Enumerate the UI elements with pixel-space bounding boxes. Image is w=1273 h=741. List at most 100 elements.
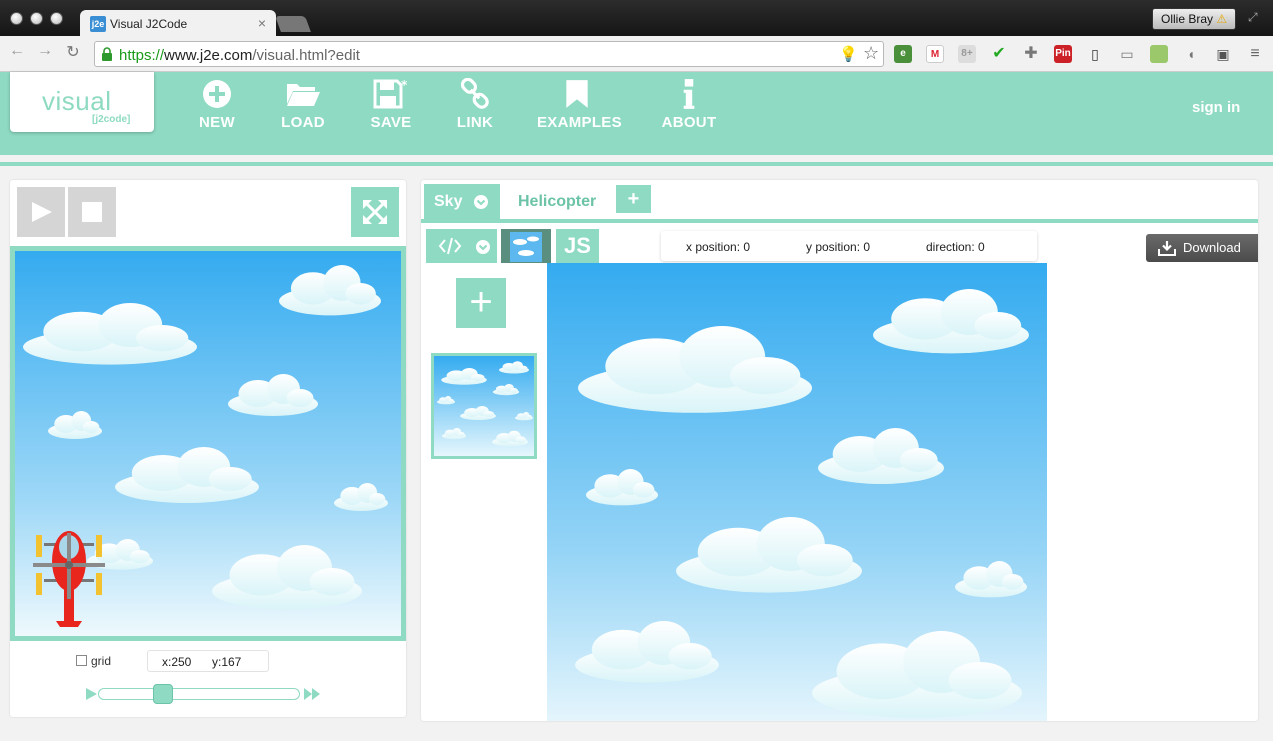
back-arrow-icon[interactable]: ← (6, 42, 28, 60)
play-button[interactable] (17, 187, 65, 237)
expand-stage-button[interactable] (351, 187, 399, 237)
browser-tab[interactable]: j2e Visual J2Code × (80, 10, 276, 36)
direction: direction: 0 (926, 240, 985, 254)
y-readout: y:167 (212, 655, 242, 669)
fast-forward-icon[interactable] (303, 687, 321, 701)
maps-icon[interactable] (1150, 45, 1168, 63)
add-sprite-button[interactable]: + (616, 185, 651, 213)
download-label: Download (1183, 240, 1241, 255)
pinterest-icon[interactable]: Pin (1054, 45, 1072, 63)
grid-toggle[interactable]: grid (76, 654, 111, 668)
minimize-window-button[interactable] (30, 12, 43, 25)
app-header: visual [j2code] NEW LOAD * SAVE LINK EXA… (0, 72, 1273, 155)
menu-save-label: SAVE (370, 114, 412, 131)
menu-icon[interactable]: ≡ (1246, 45, 1264, 63)
puzzle-icon[interactable]: ✚ (1022, 45, 1040, 63)
mouse-coordinates: x:250 y:167 (147, 650, 269, 672)
costume-thumbnail-image (434, 356, 534, 456)
player-panel: grid x:250 y:167 (10, 180, 406, 717)
menu-examples-label: EXAMPLES (537, 114, 622, 131)
phone-icon[interactable]: ▯ (1086, 45, 1104, 63)
stage-scene (15, 251, 401, 636)
menu-load-button[interactable]: LOAD (280, 78, 326, 131)
menu-link-button[interactable]: LINK (455, 78, 495, 131)
evernote-icon[interactable]: e (894, 45, 912, 63)
add-costume-button[interactable]: + (456, 278, 506, 328)
costume-editor-canvas[interactable] (547, 263, 1047, 721)
svg-text:*: * (401, 78, 408, 92)
step-play-icon[interactable] (84, 687, 98, 701)
costume-thumbnail[interactable] (431, 353, 537, 459)
menu-load-label: LOAD (281, 114, 325, 131)
forward-arrow-icon[interactable]: → (34, 42, 56, 60)
new-tab-button[interactable] (275, 16, 311, 32)
bookmark-star-icon[interactable]: ☆ (863, 43, 879, 64)
sprite-tab-helicopter[interactable]: Helicopter (518, 184, 596, 220)
logo-word: visual (42, 86, 112, 116)
code-mode-tab[interactable] (426, 229, 497, 263)
speed-slider[interactable] (98, 688, 300, 700)
tab-title: Visual J2Code (110, 17, 188, 31)
stop-icon (82, 202, 102, 222)
lightbulb-icon[interactable]: 💡 (839, 45, 858, 63)
header-stripe (0, 162, 1273, 166)
save-icon: * (373, 78, 408, 109)
editor-panel: Sky Helicopter + JS x position: 0 y posi… (421, 180, 1258, 721)
warning-icon: ⚠ (1216, 12, 1228, 26)
link-icon (460, 78, 489, 109)
sprite-status-bar: x position: 0 y position: 0 direction: 0 (661, 231, 1037, 261)
app-logo[interactable]: visual [j2code] (10, 72, 154, 132)
logo-sub: [j2code] (92, 114, 131, 125)
menu-new-label: NEW (199, 114, 235, 131)
plus-circle-icon (203, 80, 231, 108)
cast-icon[interactable]: ▭ (1118, 45, 1136, 63)
x-readout: x:250 (162, 655, 192, 669)
gmail-icon[interactable]: M (926, 45, 944, 63)
zoom-window-button[interactable] (50, 12, 63, 25)
costume-canvas-image (547, 263, 1047, 721)
info-icon (683, 79, 695, 109)
folder-open-icon (287, 84, 320, 106)
download-icon (1158, 241, 1176, 256)
menu-about-label: ABOUT (661, 114, 717, 131)
favicon-icon: j2e (90, 16, 106, 32)
menu-examples-button[interactable]: EXAMPLES (537, 78, 622, 131)
chevron-down-icon[interactable] (476, 240, 490, 254)
speed-slider-handle[interactable] (152, 684, 173, 704)
screen: j2e Visual J2Code × Ollie Bray ⚠ ⤢ ← → ↻… (0, 0, 1273, 741)
y-position: y position: 0 (806, 240, 871, 254)
menu-about-button[interactable]: ABOUT (661, 78, 717, 131)
google-plus-icon[interactable]: 8+ (958, 45, 976, 63)
expand-icon (363, 200, 387, 224)
download-button[interactable]: Download (1146, 234, 1258, 262)
play-icon (32, 202, 52, 222)
address-bar[interactable]: https://www.j2e.com/visual.html?edit 💡 ☆ (94, 41, 884, 67)
sprite-tab-sky-label: Sky (434, 193, 463, 210)
stop-button[interactable] (68, 187, 116, 237)
tab-close-icon[interactable]: × (258, 15, 266, 31)
url-text: https://www.j2e.com/visual.html?edit (119, 47, 360, 64)
fullscreen-icon[interactable]: ⤢ (1248, 10, 1258, 25)
code-icon (438, 237, 462, 255)
grid-label: grid (91, 654, 112, 668)
costume-mode-tab[interactable] (501, 229, 551, 263)
speaker-icon[interactable]: ◖ (1182, 45, 1200, 63)
profile-button[interactable]: Ollie Bray ⚠ (1152, 8, 1237, 30)
x-position: x position: 0 (686, 240, 751, 254)
chevron-down-icon[interactable] (474, 195, 488, 209)
bookmark-icon (566, 80, 588, 108)
stage-canvas[interactable] (10, 246, 406, 641)
costume-icon (510, 232, 542, 262)
tab-underline (421, 219, 1258, 223)
grid-checkbox[interactable] (76, 655, 87, 666)
close-window-button[interactable] (10, 12, 23, 25)
browser-toolbar: ← → ↻ https://www.j2e.com/visual.html?ed… (0, 36, 1273, 72)
menu-new-button[interactable]: NEW (197, 78, 237, 131)
sprite-tab-sky[interactable]: Sky (424, 184, 500, 220)
check-icon[interactable]: ✔ (990, 45, 1008, 63)
reload-icon[interactable]: ↻ (62, 42, 84, 62)
plug-icon[interactable]: ▣ (1214, 45, 1232, 63)
menu-save-button[interactable]: * SAVE (368, 78, 414, 131)
js-mode-tab[interactable]: JS (556, 229, 599, 263)
sign-in-link[interactable]: sign in (1192, 99, 1240, 116)
